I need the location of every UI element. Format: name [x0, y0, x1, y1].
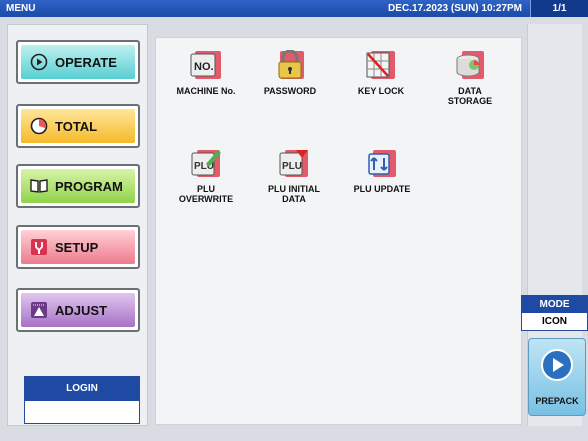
login-field[interactable]: [25, 401, 139, 423]
book-icon: [29, 176, 49, 196]
machine-no-tile[interactable]: NO. MACHINE No.: [162, 50, 250, 96]
play-button-icon: [540, 348, 574, 382]
total-button[interactable]: TOTAL: [16, 104, 140, 148]
adjust-button[interactable]: ADJUST: [16, 288, 140, 332]
key-lock-tile[interactable]: KEY LOCK: [337, 50, 425, 96]
plu-overwrite-icon: PLU: [190, 148, 222, 178]
mode-label: MODE: [522, 296, 587, 313]
password-tile[interactable]: PASSWORD: [246, 49, 334, 96]
password-label: PASSWORD: [263, 86, 317, 96]
data-storage-label: DATA STORAGE: [447, 86, 493, 106]
plu-update-label: PLU UPDATE: [353, 184, 411, 194]
data-storage-tile[interactable]: DATA STORAGE: [426, 50, 514, 106]
svg-text:NO.: NO.: [194, 61, 214, 73]
plu-overwrite-label: PLU OVERWRITE: [178, 184, 234, 204]
machine-number-icon: NO.: [190, 50, 222, 80]
datetime-display: DEC.17.2023 (SUN) 10:27PM: [388, 3, 522, 14]
program-label: PROGRAM: [55, 178, 123, 194]
plu-initial-data-label: PLU INITIAL DATA: [268, 184, 320, 204]
scale-icon: [29, 300, 49, 320]
prepack-button[interactable]: PREPACK: [528, 338, 586, 416]
operate-label: OPERATE: [55, 54, 117, 70]
padlock-icon: [274, 49, 306, 80]
key-lock-icon: [365, 50, 397, 80]
key-lock-label: KEY LOCK: [357, 86, 405, 96]
mode-box[interactable]: MODE ICON: [521, 295, 588, 331]
page-indicator: 1/1: [530, 0, 588, 17]
plu-initial-data-icon: PLU: [278, 148, 310, 178]
plu-initial-data-tile[interactable]: PLU PLU INITIAL DATA: [250, 148, 338, 204]
total-label: TOTAL: [55, 118, 98, 134]
title-bar: MENU DEC.17.2023 (SUN) 10:27PM 1/1: [0, 0, 588, 17]
prepack-label: PREPACK: [535, 396, 579, 406]
adjust-label: ADJUST: [55, 302, 108, 318]
setup-label: SETUP: [55, 239, 99, 255]
data-storage-icon: [454, 50, 486, 80]
plu-update-icon: [366, 148, 398, 178]
clock-icon: [29, 116, 49, 136]
wrench-icon: [29, 237, 49, 257]
login-box[interactable]: LOGIN: [24, 376, 140, 424]
plu-overwrite-tile[interactable]: PLU PLU OVERWRITE: [162, 148, 250, 204]
machine-no-label: MACHINE No.: [176, 86, 236, 96]
menu-title: MENU: [6, 3, 36, 14]
mode-value: ICON: [522, 313, 587, 330]
svg-text:PLU: PLU: [282, 161, 302, 172]
login-label: LOGIN: [25, 377, 139, 401]
operate-button[interactable]: OPERATE: [16, 40, 140, 84]
plu-update-tile[interactable]: PLU UPDATE: [338, 148, 426, 194]
program-button[interactable]: PROGRAM: [16, 164, 140, 208]
play-circle-icon: [29, 52, 49, 72]
setup-button[interactable]: SETUP: [16, 225, 140, 269]
